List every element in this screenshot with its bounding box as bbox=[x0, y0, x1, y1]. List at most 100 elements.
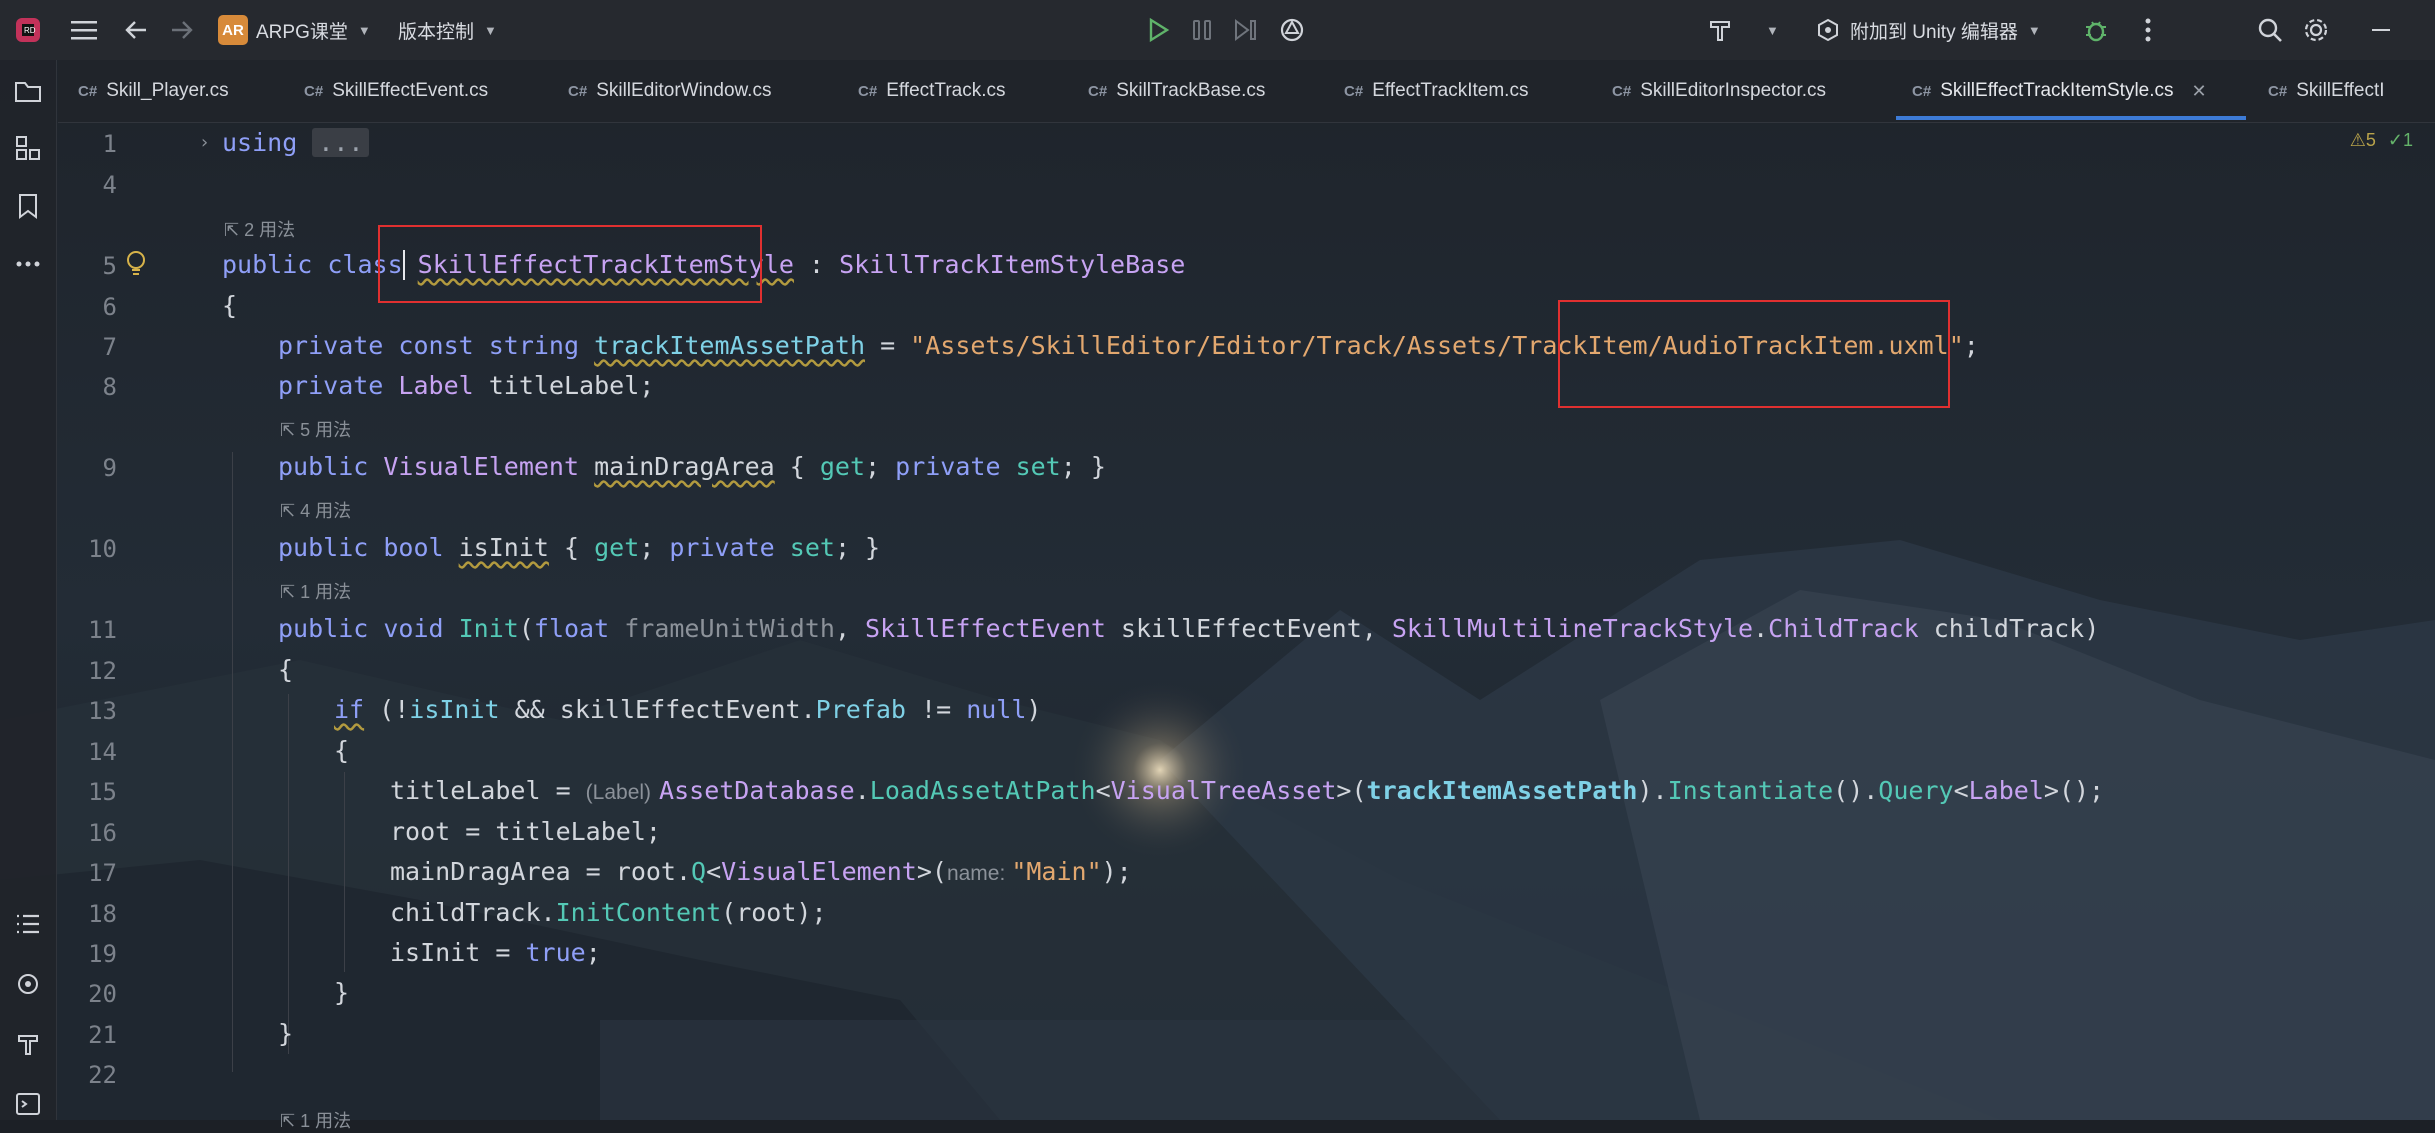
close-icon[interactable]: ✕ bbox=[2192, 81, 2207, 102]
keyword: if bbox=[334, 695, 365, 724]
type-name: AssetDatabase bbox=[659, 776, 855, 805]
usage-hint-label: 4 用法 bbox=[300, 501, 352, 521]
bug-icon bbox=[2076, 10, 2116, 50]
debug-button[interactable] bbox=[2076, 0, 2116, 60]
usage-hint-label: 1 用法 bbox=[300, 582, 352, 602]
hammer-button[interactable] bbox=[1700, 0, 1740, 60]
todo-button[interactable] bbox=[8, 904, 48, 944]
type-name: Label bbox=[398, 371, 474, 400]
code-text: titleLabel; bbox=[473, 371, 655, 400]
usage-hint[interactable]: ⇱ 4 用法 bbox=[280, 497, 351, 523]
build-dropdown[interactable]: ▼ bbox=[1756, 0, 1779, 60]
minimize-button[interactable] bbox=[2362, 0, 2402, 60]
run-button[interactable] bbox=[1138, 0, 1178, 60]
indent-guide bbox=[344, 772, 345, 972]
method-name: Q bbox=[691, 857, 707, 886]
param-name-hint: name: bbox=[946, 862, 1006, 885]
tab-label: SkillEffectTrackItemStyle.cs bbox=[1940, 80, 2174, 101]
usage-hint[interactable]: ⇱ 5 用法 bbox=[280, 416, 351, 442]
app-logo[interactable]: RD bbox=[8, 0, 48, 60]
structure-button[interactable] bbox=[8, 128, 48, 168]
code-line-9: public VisualElement mainDragArea { get;… bbox=[278, 452, 1106, 481]
field-name: trackItemAssetPath bbox=[594, 331, 866, 360]
play-icon bbox=[1138, 10, 1178, 50]
line-number: 21 bbox=[88, 1021, 117, 1049]
code-line-19: isInit = true; bbox=[390, 938, 601, 967]
project-selector[interactable]: AR ARPG课堂 ▼ bbox=[218, 0, 371, 60]
csharp-icon: C# bbox=[858, 82, 878, 100]
usage-hint[interactable]: ⇱ 2 用法 bbox=[224, 216, 295, 242]
usage-hint[interactable]: ⇱ 1 用法 bbox=[280, 578, 351, 604]
csharp-icon: C# bbox=[304, 82, 324, 100]
project-explorer-button[interactable] bbox=[8, 72, 48, 112]
fold-chevron-icon[interactable]: › bbox=[199, 132, 210, 153]
tab-skill-editor-inspector[interactable]: C# SkillEditorInspector.cs bbox=[1612, 60, 1826, 122]
left-tool-window-bar bbox=[0, 60, 57, 1120]
more-vertical-icon bbox=[2128, 10, 2168, 50]
tab-effect-track-item[interactable]: C# EffectTrackItem.cs bbox=[1344, 60, 1528, 122]
keyword: public void bbox=[278, 614, 459, 643]
type-name: VisualElement bbox=[721, 857, 917, 886]
punct: >( bbox=[916, 857, 947, 886]
punct: < bbox=[1953, 776, 1969, 805]
services-button[interactable] bbox=[8, 964, 48, 1004]
back-button[interactable] bbox=[116, 0, 156, 60]
code-line-1: using ... bbox=[222, 128, 370, 157]
code-line-21: } bbox=[278, 1019, 294, 1048]
code-line-18: childTrack.InitContent(root); bbox=[390, 898, 827, 927]
punct: . bbox=[1753, 614, 1769, 643]
forward-button[interactable] bbox=[162, 0, 202, 60]
tab-skill-editor-window[interactable]: C# SkillEditorWindow.cs bbox=[568, 60, 771, 122]
more-actions-button[interactable] bbox=[2128, 0, 2168, 60]
search-icon bbox=[2250, 10, 2290, 50]
tab-skill-track-base[interactable]: C# SkillTrackBase.cs bbox=[1088, 60, 1265, 122]
bookmarks-button[interactable] bbox=[8, 186, 48, 226]
hamburger-icon bbox=[64, 10, 104, 50]
method-name: Query bbox=[1878, 776, 1954, 805]
terminal-button[interactable] bbox=[8, 1084, 48, 1124]
accessor: set bbox=[1015, 452, 1061, 481]
pause-button[interactable] bbox=[1182, 0, 1222, 60]
tab-effect-track[interactable]: C# EffectTrack.cs bbox=[858, 60, 1006, 122]
cast-hint: (Label) bbox=[585, 781, 652, 804]
usage-hint-label: 2 用法 bbox=[244, 220, 296, 240]
folded-imports[interactable]: ... bbox=[312, 128, 370, 157]
line-number: 18 bbox=[88, 900, 117, 928]
punct: : bbox=[793, 250, 840, 279]
tab-label: EffectTrackItem.cs bbox=[1372, 80, 1529, 101]
settings-button[interactable] bbox=[2296, 0, 2336, 60]
punct: ) bbox=[1026, 695, 1042, 724]
csharp-icon: C# bbox=[1612, 82, 1632, 100]
code-line-6: { bbox=[222, 291, 238, 320]
method-name: InitContent bbox=[555, 898, 722, 927]
usage-hint-label: 5 用法 bbox=[300, 420, 352, 440]
more-tools-button[interactable] bbox=[8, 244, 48, 284]
lightbulb-icon[interactable] bbox=[125, 250, 147, 284]
structure-icon bbox=[16, 136, 40, 160]
tab-skill-effect-overflow[interactable]: C# SkillEffectI bbox=[2268, 60, 2385, 122]
unity-attach-status[interactable] bbox=[1272, 0, 1312, 60]
base-class: SkillTrackItemStyleBase bbox=[839, 250, 1186, 279]
inspection-widget[interactable]: ⚠5 ✓1 bbox=[2350, 130, 2413, 151]
punct: < bbox=[706, 857, 722, 886]
line-number: 7 bbox=[102, 333, 117, 361]
usage-hint[interactable]: ⇱ 1 用法 bbox=[280, 1107, 351, 1133]
code-line-16: root = titleLabel; bbox=[390, 817, 661, 846]
step-button[interactable] bbox=[1226, 0, 1266, 60]
attach-unity-menu[interactable]: 附加到 Unity 编辑器 ▼ bbox=[1816, 0, 2041, 60]
build-tool-button[interactable] bbox=[8, 1024, 48, 1064]
code-line-8: private Label titleLabel; bbox=[278, 371, 654, 400]
main-menu-button[interactable] bbox=[64, 0, 104, 60]
tab-skill-player[interactable]: C# Skill_Player.cs bbox=[78, 60, 229, 122]
search-button[interactable] bbox=[2250, 0, 2290, 60]
svg-text:RD: RD bbox=[24, 26, 36, 35]
code-line-10: public bool isInit { get; private set; } bbox=[278, 533, 880, 562]
line-number: 1 bbox=[102, 130, 117, 158]
line-number: 8 bbox=[102, 373, 117, 401]
vcs-menu[interactable]: 版本控制 ▼ bbox=[398, 0, 497, 60]
tab-skill-effect-track-item-style[interactable]: C# SkillEffectTrackItemStyle.cs ✕ bbox=[1912, 60, 2207, 122]
code-line-12: { bbox=[278, 655, 294, 684]
project-badge: AR bbox=[218, 15, 248, 45]
services-icon bbox=[18, 974, 38, 994]
tab-skill-effect-event[interactable]: C# SkillEffectEvent.cs bbox=[304, 60, 488, 122]
